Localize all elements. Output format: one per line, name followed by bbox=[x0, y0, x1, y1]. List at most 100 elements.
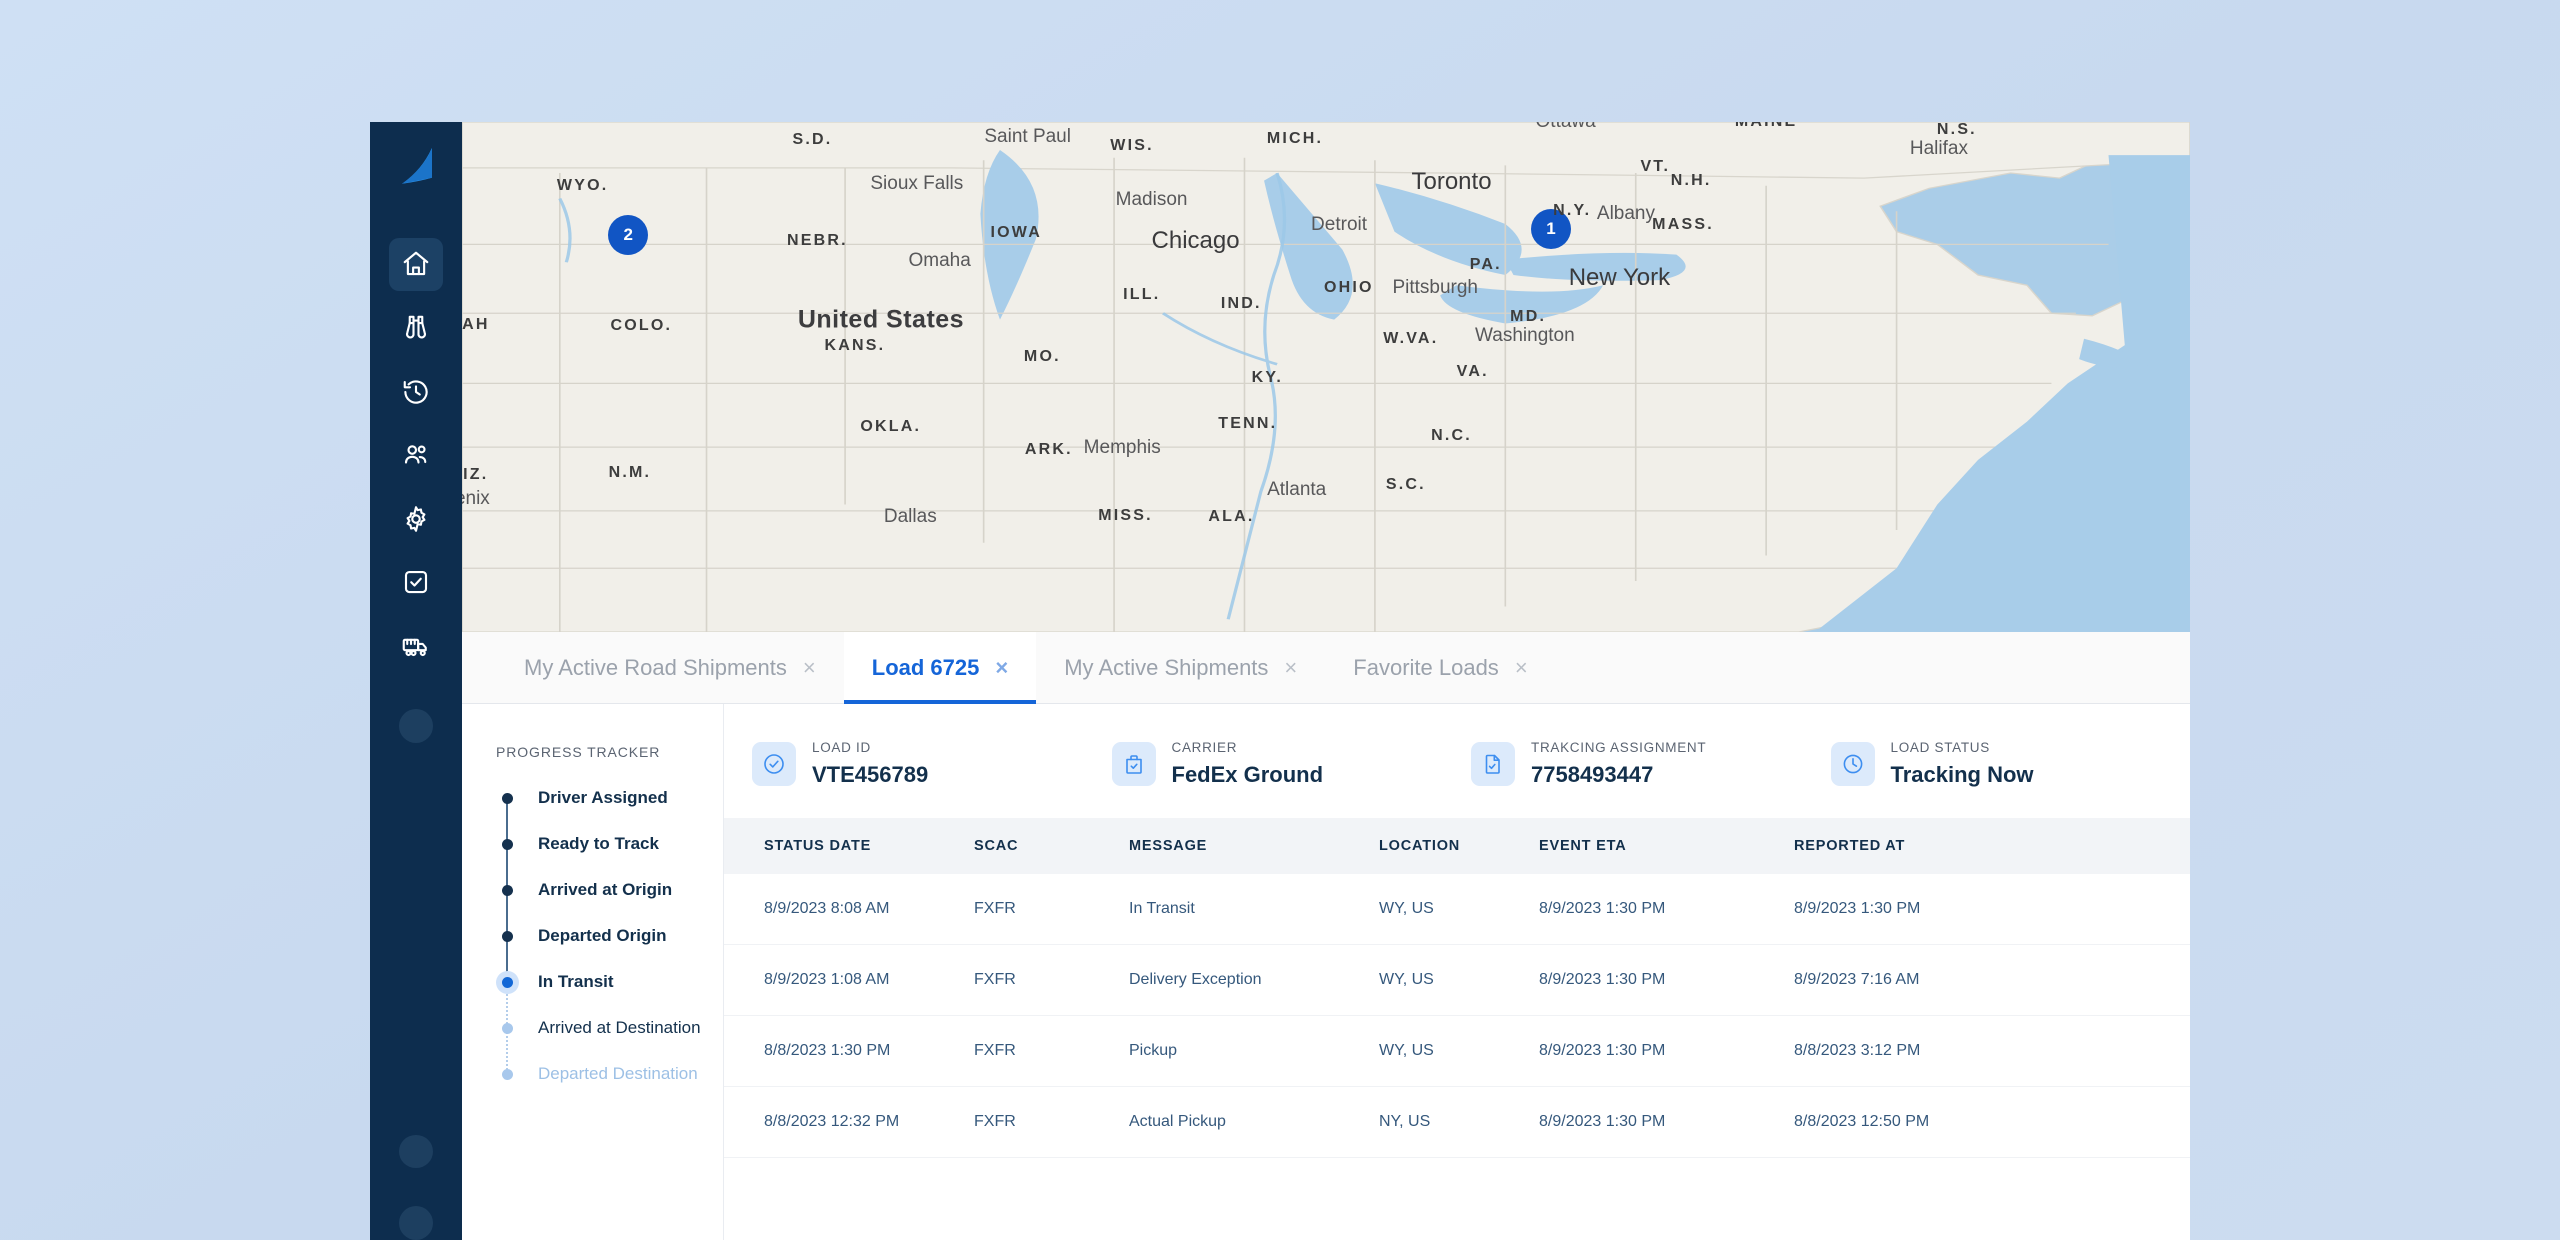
sidebar-item-history[interactable] bbox=[389, 365, 443, 419]
tab-favorite-loads[interactable]: Favorite Loads × bbox=[1325, 632, 1555, 703]
close-icon[interactable]: × bbox=[1515, 656, 1528, 679]
progress-step[interactable]: In Transit bbox=[496, 972, 723, 1032]
step-marker bbox=[496, 1018, 518, 1078]
step-dot bbox=[501, 793, 513, 804]
load-detail-panel: LOAD ID VTE456789 CARRIER FedEx Ground TRAKC… bbox=[724, 704, 2190, 1240]
progress-step[interactable]: Arrived at Destination bbox=[496, 1018, 723, 1078]
card-label: LOAD STATUS bbox=[1890, 740, 1990, 755]
card-value: VTE456789 bbox=[812, 762, 929, 787]
table-row[interactable]: 8/9/2023 1:08 AM FXFR Delivery Exception WY… bbox=[724, 945, 2190, 1016]
tab-my-active-road-shipments[interactable]: My Active Road Shipments × bbox=[496, 632, 844, 703]
card-label: TRAKCING ASSIGNMENT bbox=[1531, 740, 1707, 755]
cell-event-eta: 8/9/2023 1:30 PM bbox=[1539, 971, 1666, 988]
step-dot bbox=[501, 977, 513, 988]
progress-steps: Driver Assigned Ready to Track Arrived at … bbox=[496, 788, 723, 1110]
card-icon-box bbox=[1830, 742, 1875, 786]
progress-step[interactable]: Ready to Track bbox=[496, 834, 723, 894]
cell-message: Actual Pickup bbox=[1129, 1113, 1226, 1130]
close-icon[interactable]: × bbox=[803, 656, 816, 679]
cell-message: Delivery Exception bbox=[1129, 971, 1262, 988]
column-header[interactable]: EVENT ETA bbox=[1539, 818, 1794, 874]
box-check-icon bbox=[1125, 755, 1142, 774]
card-value: 7758493447 bbox=[1531, 762, 1654, 787]
card-text: CARRIER FedEx Ground bbox=[1172, 740, 1324, 788]
progress-tracker-title: PROGRESS TRACKER bbox=[496, 744, 661, 760]
step-dot bbox=[501, 1069, 513, 1080]
sidebar-item-discover[interactable] bbox=[389, 301, 443, 355]
binoculars-icon bbox=[405, 315, 427, 339]
cell-event-eta: 8/9/2023 1:30 PM bbox=[1539, 1113, 1666, 1130]
sidebar-item-tasks[interactable] bbox=[389, 556, 443, 610]
card-value: Tracking Now bbox=[1890, 762, 2034, 787]
main-column: 21 S.D.Saint PaulWIS.MICH.OttawaMAINEN.S… bbox=[462, 122, 2190, 1240]
table-header-row: STATUS DATE SCAC MESSAGE LOCATION EVENT ETA R… bbox=[724, 818, 2190, 874]
users-icon bbox=[404, 445, 427, 464]
card-label: CARRIER bbox=[1171, 740, 1238, 755]
page-root: 21 S.D.Saint PaulWIS.MICH.OttawaMAINEN.S… bbox=[0, 0, 2560, 1240]
sidebar-item-team[interactable] bbox=[389, 428, 443, 482]
cell-event-eta: 8/9/2023 1:30 PM bbox=[1539, 900, 1666, 917]
cell-location: WY, US bbox=[1379, 971, 1434, 988]
sidebar-item-settings[interactable] bbox=[389, 492, 443, 546]
step-marker bbox=[496, 926, 518, 986]
tab-label: Favorite Loads bbox=[1353, 654, 1499, 680]
truck-icon bbox=[402, 638, 427, 657]
table-body: 8/9/2023 8:08 AM FXFR In Transit WY, US 8/9/… bbox=[724, 874, 2190, 1158]
cell-message: In Transit bbox=[1129, 900, 1195, 917]
cell-scac: FXFR bbox=[974, 1042, 1016, 1059]
step-dot bbox=[501, 1023, 513, 1034]
step-label: Driver Assigned bbox=[538, 788, 668, 807]
cell-location: NY, US bbox=[1379, 1113, 1431, 1130]
check-circle-icon bbox=[764, 754, 784, 774]
column-header[interactable]: SCAC bbox=[974, 818, 1129, 874]
step-label: Departed Destination bbox=[538, 1064, 698, 1083]
summary-card: LOAD STATUS Tracking Now bbox=[1830, 740, 2191, 788]
column-header[interactable]: STATUS DATE bbox=[724, 818, 974, 874]
cell-reported-at: 8/9/2023 1:30 PM bbox=[1794, 900, 1921, 917]
progress-step[interactable]: Arrived at Origin bbox=[496, 880, 723, 940]
progress-step[interactable]: Driver Assigned bbox=[496, 788, 723, 848]
tab-load-6725[interactable]: Load 6725 × bbox=[843, 632, 1037, 704]
summary-cards: LOAD ID VTE456789 CARRIER FedEx Ground TRAKC… bbox=[724, 704, 2190, 818]
tab-label: My Active Road Shipments bbox=[524, 654, 787, 680]
table-row[interactable]: 8/8/2023 1:30 PM FXFR Pickup WY, US 8/9/2023… bbox=[724, 1016, 2190, 1087]
card-icon-box bbox=[752, 742, 796, 786]
step-label: Arrived at Destination bbox=[538, 1018, 701, 1037]
card-value: FedEx Ground bbox=[1171, 762, 1324, 787]
cell-location: WY, US bbox=[1379, 1042, 1434, 1059]
sidebar-item-home[interactable] bbox=[389, 237, 443, 292]
progress-step[interactable]: Departed Origin bbox=[496, 926, 723, 986]
column-header[interactable]: REPORTED AT bbox=[1794, 818, 2190, 874]
tab-my-active-shipments[interactable]: My Active Shipments × bbox=[1036, 632, 1325, 703]
summary-card: CARRIER FedEx Ground bbox=[1111, 740, 1472, 788]
table-row[interactable]: 8/9/2023 8:08 AM FXFR In Transit WY, US 8/9/… bbox=[724, 874, 2190, 945]
step-label: Arrived at Origin bbox=[538, 880, 673, 899]
column-header[interactable]: LOCATION bbox=[1379, 818, 1539, 874]
home-icon bbox=[403, 252, 429, 276]
column-header[interactable]: MESSAGE bbox=[1129, 818, 1379, 874]
avatar[interactable] bbox=[399, 708, 433, 743]
progress-step[interactable]: Departed Destination bbox=[496, 1064, 723, 1110]
checkbox-icon bbox=[404, 571, 428, 594]
close-icon[interactable]: × bbox=[995, 656, 1008, 679]
cell-status-date: 8/9/2023 1:08 AM bbox=[764, 971, 890, 988]
map-cluster-marker[interactable]: 2 bbox=[608, 215, 649, 256]
map-cluster-marker[interactable]: 1 bbox=[1530, 209, 1571, 250]
card-icon-box bbox=[1111, 742, 1156, 786]
sidebar-item-shipments[interactable] bbox=[389, 619, 443, 673]
close-icon[interactable]: × bbox=[1284, 656, 1297, 679]
avatar[interactable] bbox=[399, 1134, 433, 1169]
step-label: In Transit bbox=[538, 972, 614, 991]
tab-label: My Active Shipments bbox=[1064, 654, 1269, 680]
avatar[interactable] bbox=[399, 1206, 433, 1240]
step-marker bbox=[496, 880, 518, 940]
summary-card: TRAKCING ASSIGNMENT 7758493447 bbox=[1471, 740, 1831, 788]
cell-reported-at: 8/9/2023 7:16 AM bbox=[1794, 971, 1920, 988]
shipment-map[interactable]: 21 S.D.Saint PaulWIS.MICH.OttawaMAINEN.S… bbox=[462, 122, 2190, 632]
card-icon-box bbox=[1471, 742, 1515, 786]
cell-scac: FXFR bbox=[974, 971, 1016, 988]
tab-label: Load 6725 bbox=[871, 654, 980, 680]
document-check-icon bbox=[1485, 754, 1500, 774]
step-label: Departed Origin bbox=[538, 926, 667, 945]
table-row[interactable]: 8/8/2023 12:32 PM FXFR Actual Pickup NY, US… bbox=[724, 1087, 2190, 1158]
